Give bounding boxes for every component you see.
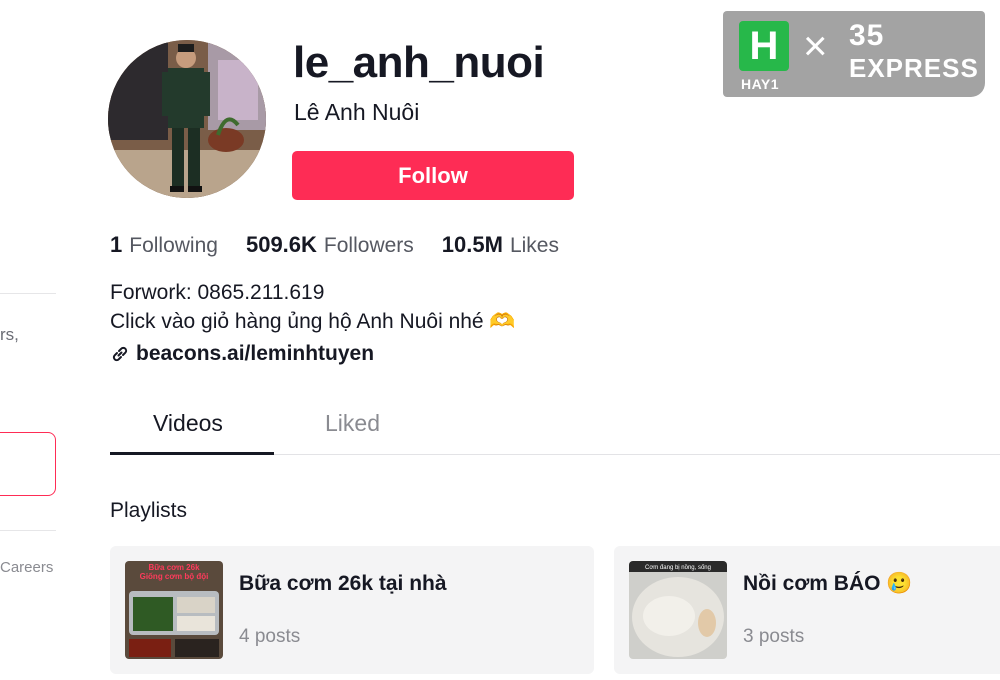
avatar-photo <box>108 40 266 198</box>
nickname: Lê Anh Nuôi <box>294 99 420 125</box>
playlist-count: 4 posts <box>239 626 301 647</box>
playlist-card[interactable]: Cơm đang bị nồng, sống Nồi cơm BÁO 🥲 3 p… <box>614 546 1000 674</box>
meal-photo: Bữa cơm 26k Giống cơm bộ đội <box>125 561 223 659</box>
bio: Forwork: 0865.211.619 Click vào giỏ hàng… <box>110 278 516 336</box>
stat-likes-value: 10.5M <box>441 232 503 257</box>
profile-link[interactable]: beacons.ai/leminhtuyen <box>110 342 374 366</box>
stat-likes: 10.5M Likes <box>442 232 559 258</box>
stat-following-label: Following <box>129 234 218 257</box>
thumb-caption-1: Bữa cơm 26k <box>148 563 200 572</box>
playlist-thumbnail: Cơm đang bị nồng, sống <box>629 561 727 659</box>
playlists-heading: Playlists <box>110 499 188 522</box>
tab-videos[interactable]: Videos <box>153 410 223 437</box>
stat-followers-label: Followers <box>323 234 414 257</box>
watermark-brand-2-number: 35 <box>849 19 885 52</box>
playlist-thumbnail: Bữa cơm 26k Giống cơm bộ đội <box>125 561 223 659</box>
sidebar-divider <box>0 530 56 531</box>
link-icon <box>112 346 128 362</box>
sidebar-login-button[interactable] <box>0 432 56 496</box>
bio-line-2: Click vào giỏ hàng ủng hộ Anh Nuôi nhé 🫶 <box>110 310 516 333</box>
profile-tabs: Videos Liked <box>110 404 1000 455</box>
playlist-title: Bữa cơm 26k tại nhà <box>239 572 447 595</box>
sidebar-divider <box>0 293 56 294</box>
thumb-caption-2: Giống cơm bộ đội <box>140 572 209 581</box>
watermark-brand-1: HAY1 <box>741 76 780 92</box>
playlist-card[interactable]: Bữa cơm 26k Giống cơm bộ đội Bữa cơm 26k… <box>110 546 594 674</box>
stat-followers[interactable]: 509.6K Followers <box>246 232 414 258</box>
tab-liked[interactable]: Liked <box>325 410 380 437</box>
profile-link-text: beacons.ai/leminhtuyen <box>136 342 375 365</box>
watermark-overlay: H HAY1 × 35 EXPRESS <box>723 11 985 97</box>
active-tab-indicator <box>110 452 274 455</box>
playlist-title: Nồi cơm BÁO 🥲 <box>743 572 913 595</box>
thumb-caption-1: Cơm đang bị nồng, sống <box>645 565 711 571</box>
sidebar-careers-link[interactable]: Careers <box>0 559 53 576</box>
stat-following[interactable]: 1 Following <box>110 232 218 258</box>
hay1-logo-icon: H <box>739 21 789 71</box>
bio-line-1: Forwork: 0865.211.619 <box>110 281 325 304</box>
stat-following-value: 1 <box>110 232 123 257</box>
stat-followers-value: 509.6K <box>245 232 317 257</box>
watermark-brand-2-text: EXPRESS <box>849 53 979 83</box>
rice-pot-photo: Cơm đang bị nồng, sống <box>629 561 727 659</box>
playlist-count: 3 posts <box>743 626 805 647</box>
stat-likes-label: Likes <box>509 234 559 257</box>
follow-button[interactable]: Follow <box>292 151 574 200</box>
username: le_anh_nuoi <box>293 38 545 87</box>
sidebar-text-fragment: rs, <box>0 325 19 344</box>
avatar[interactable] <box>108 40 266 198</box>
profile-stats: 1 Following 509.6K Followers 10.5M Likes <box>110 232 587 258</box>
watermark-separator: × <box>803 22 828 69</box>
